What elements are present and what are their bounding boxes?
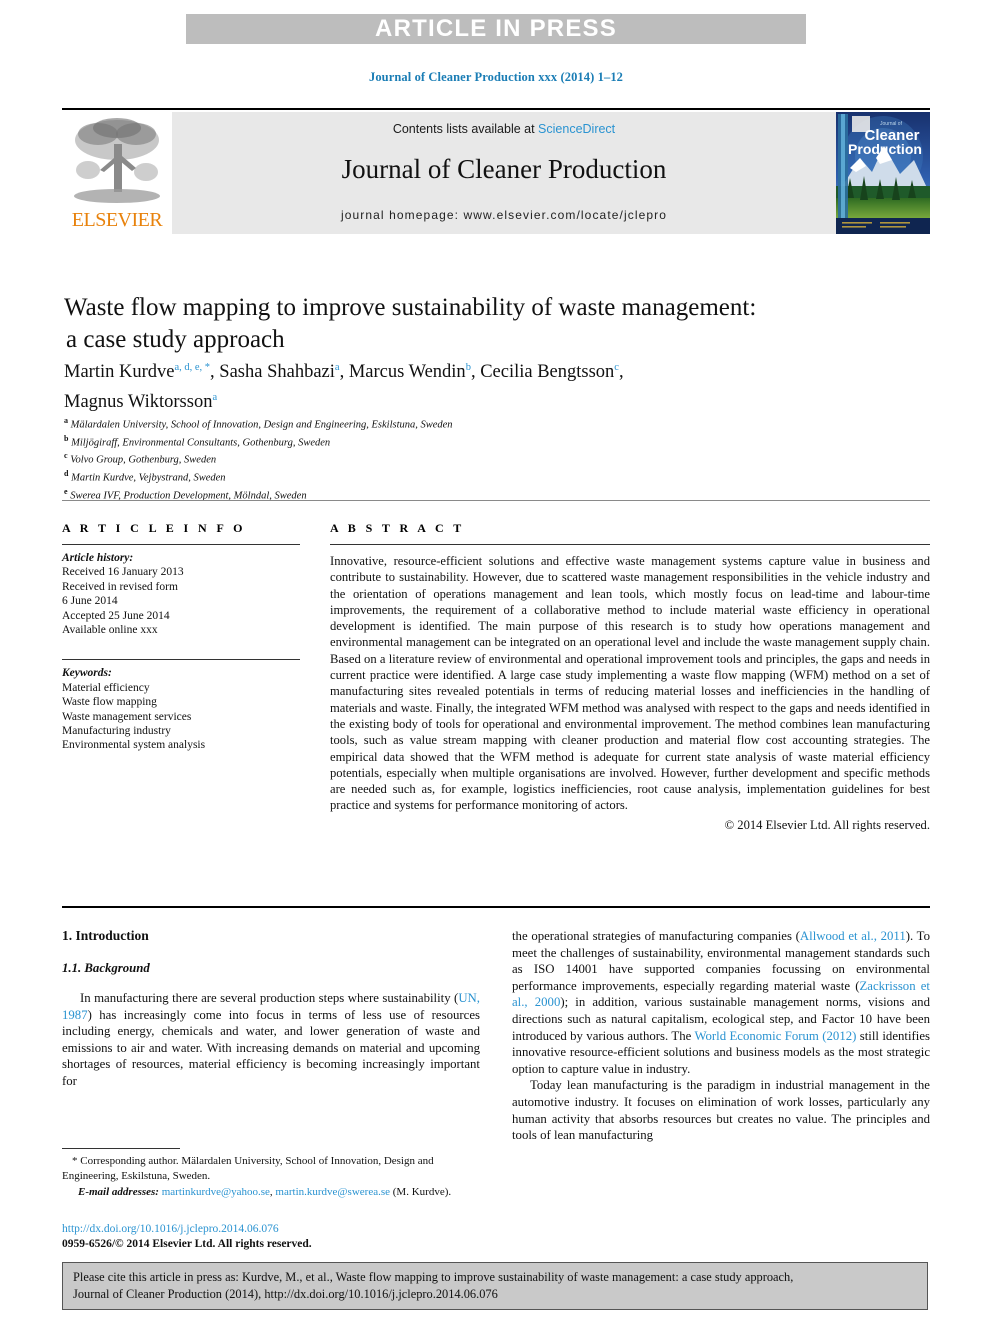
footnote-block: * Corresponding author. Mälardalen Unive… [62, 1148, 480, 1200]
abstract-divider [330, 544, 930, 545]
email-label: E-mail addresses: [78, 1186, 159, 1198]
abstract-heading: A B S T R A C T [330, 521, 465, 535]
author-affiliation-marks: a [212, 392, 218, 404]
article-history-item: Accepted 25 June 2014 [62, 609, 170, 622]
keyword-item: Material efficiency [62, 681, 150, 694]
author-name: Magnus Wiktorsson [64, 392, 213, 413]
abstract-copyright: © 2014 Elsevier Ltd. All rights reserved… [724, 817, 930, 832]
journal-reference-line: Journal of Cleaner Production xxx (2014)… [368, 70, 624, 84]
cite-box-line-2: Journal of Cleaner Production (2014), ht… [73, 1287, 498, 1301]
affiliation-text: Mälardalen University, School of Innovat… [70, 419, 453, 431]
citation-link[interactable]: Allwood et al., 2011 [800, 929, 906, 943]
keyword-item: Environmental system analysis [62, 739, 206, 752]
contents-available-line: Contents lists available at ScienceDirec… [172, 122, 836, 136]
elsevier-tree-icon [74, 118, 160, 203]
email-suffix: (M. Kurdve). [390, 1186, 452, 1198]
section-heading-introduction: 1. Introduction [62, 928, 149, 943]
paragraph-text: ) has increasingly come into focus in te… [62, 1007, 480, 1088]
paragraph-right-2: Today lean manufacturing is the paradigm… [512, 1078, 930, 1143]
journal-masthead: ELSEVIER Contents lists available at Sci… [62, 108, 930, 234]
paragraph-text: the operational strategies of manufactur… [512, 929, 800, 943]
affiliation-item: c Volvo Group, Gothenburg, Sweden [64, 449, 764, 467]
author-separator: , [210, 362, 220, 383]
elsevier-logo: ELSEVIER [62, 112, 172, 234]
sciencedirect-link[interactable]: ScienceDirect [538, 122, 615, 136]
affiliation-mark: c [64, 451, 68, 461]
affiliation-item: b Miljögiraff, Environmental Consultants… [64, 432, 764, 450]
author-separator: , [339, 362, 349, 383]
article-info-heading: A R T I C L E I N F O [62, 521, 246, 535]
article-info-column: A R T I C L E I N F O Article history: R… [62, 521, 300, 753]
affiliation-mark: e [64, 486, 68, 496]
article-history-label: Article history: [62, 552, 134, 564]
affiliation-mark: d [64, 469, 69, 479]
keyword-item: Waste flow mapping [62, 696, 157, 709]
article-history-item: Available online xxx [62, 624, 158, 637]
article-in-press-banner: ARTICLE IN PRESS [186, 14, 806, 44]
article-history-item: 6 June 2014 [62, 595, 118, 608]
page-title: Waste flow mapping to improve sustainabi… [64, 292, 864, 356]
contents-prefix: Contents lists available at [392, 122, 539, 136]
author-name: Cecilia Bengtsson [480, 362, 615, 383]
author-list: Martin Kurdvea, d, e, *, Sasha Shahbazia… [64, 355, 884, 415]
paragraph-right-1: the operational strategies of manufactur… [512, 928, 930, 1077]
affiliation-item: d Martin Kurdve, Vejbystrand, Sweden [64, 467, 764, 485]
keywords-label: Keywords: [62, 667, 112, 680]
corresponding-author-note: * Corresponding author. Mälardalen Unive… [62, 1155, 434, 1182]
affiliation-mark: a [64, 416, 68, 425]
subsection-heading-background: 1.1. Background [62, 961, 150, 975]
keyword-item: Manufacturing industry [62, 725, 171, 738]
paragraph-text: In manufacturing there are several produ… [80, 991, 459, 1005]
doi-block: http://dx.doi.org/10.1016/j.jclepro.2014… [62, 1222, 492, 1251]
footnote-divider [62, 1148, 180, 1149]
journal-cover-image: Journal of Cleaner Production [836, 112, 930, 234]
email-link-2[interactable]: martin.kurdve@swerea.se [275, 1186, 390, 1198]
cover-line3: Production [848, 141, 922, 157]
title-line-2: a case study approach [66, 326, 285, 353]
keyword-item: Waste management services [62, 710, 192, 723]
masthead-center: Contents lists available at ScienceDirec… [172, 112, 836, 234]
author-affiliation-marks: a, d, e, * [174, 362, 211, 373]
author-name: Martin Kurdve [64, 362, 175, 383]
info-abstract-region: A R T I C L E I N F O Article history: R… [62, 500, 930, 911]
article-history-item: Received 16 January 2013 [62, 566, 184, 579]
affiliation-text: Martin Kurdve, Vejbystrand, Sweden [71, 472, 226, 484]
abstract-text: Innovative, resource-efficient solutions… [330, 554, 930, 813]
body-column-right: the operational strategies of manufactur… [512, 928, 930, 1144]
author-separator: , [470, 362, 481, 383]
affiliation-mark: b [64, 433, 69, 443]
article-info-divider [62, 544, 300, 545]
author-name: Marcus Wendin [348, 362, 466, 383]
doi-link[interactable]: http://dx.doi.org/10.1016/j.jclepro.2014… [62, 1222, 492, 1237]
affiliation-item: a Mälardalen University, School of Innov… [64, 414, 764, 432]
citation-link[interactable]: World Economic Forum (2012) [694, 1029, 856, 1043]
body-top-divider [62, 906, 930, 908]
journal-homepage-line[interactable]: journal homepage: www.elsevier.com/locat… [172, 208, 836, 222]
cite-box-line-1: Please cite this article in press as: Ku… [73, 1270, 794, 1284]
author-separator: , [618, 362, 624, 383]
body-column-left: 1. Introduction 1.1. Background In manuf… [62, 928, 480, 1090]
title-line-1: Waste flow mapping to improve sustainabi… [64, 294, 757, 321]
cite-this-article-box: Please cite this article in press as: Ku… [62, 1262, 928, 1310]
affiliation-text: Miljögiraff, Environmental Consultants, … [71, 437, 331, 449]
issn-copyright-line: 0959-6526/© 2014 Elsevier Ltd. All right… [62, 1237, 312, 1250]
author-name: Sasha Shahbazi [219, 362, 335, 383]
keywords-block: Keywords: Material efficiency Waste flow… [62, 659, 300, 752]
journal-title: Journal of Cleaner Production [341, 154, 667, 184]
keywords-divider [62, 659, 300, 661]
affiliation-text: Volvo Group, Gothenburg, Sweden [70, 454, 217, 466]
paragraph-left-1: In manufacturing there are several produ… [62, 990, 480, 1090]
article-history-item: Received in revised form [62, 580, 178, 593]
email-addresses-note: E-mail addresses: martinkurdve@yahoo.se,… [62, 1185, 480, 1200]
affiliation-list: a Mälardalen University, School of Innov… [64, 414, 764, 503]
journal-cover-thumbnail: Journal of Cleaner Production [836, 112, 930, 234]
email-link-1[interactable]: martinkurdve@yahoo.se [162, 1186, 270, 1198]
elsevier-wordmark: ELSEVIER [71, 209, 163, 231]
abstract-column: A B S T R A C T Innovative, resource-eff… [330, 521, 930, 833]
article-history-block: Article history: Received 16 January 201… [62, 551, 300, 637]
